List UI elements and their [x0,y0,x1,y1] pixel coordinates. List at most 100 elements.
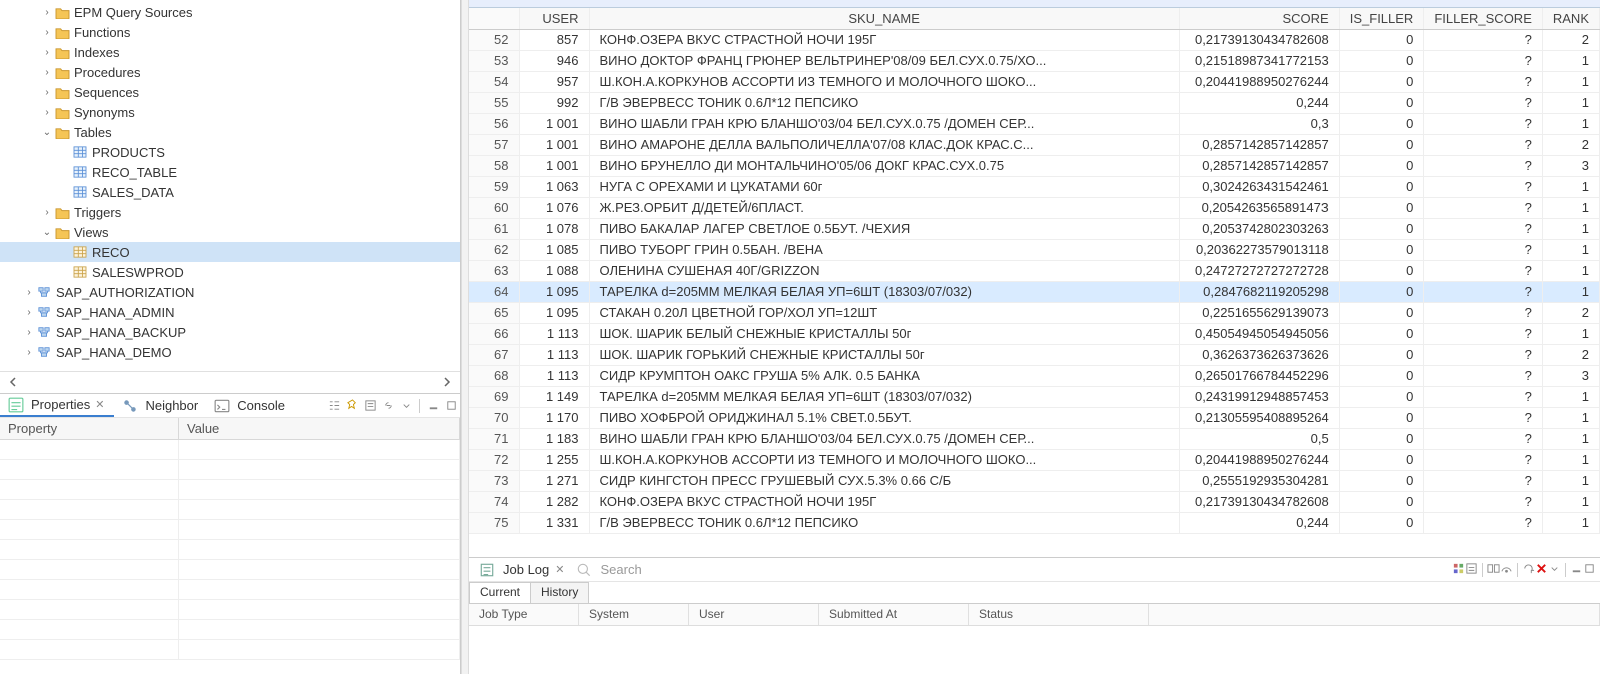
tree-item[interactable]: RECO_TABLE [0,162,460,182]
table-row[interactable]: 671 113ШОК. ШАРИК ГОРЬКИЙ СНЕЖНЫЕ КРИСТА… [469,344,1600,365]
table-row[interactable]: 731 271СИДР КИНГСТОН ПРЕСС ГРУШЕВЫЙ СУХ.… [469,470,1600,491]
chevron-down-icon[interactable]: ⌄ [40,227,54,238]
tab-console[interactable]: Console [206,395,293,417]
chevron-right-icon[interactable]: › [22,327,36,338]
column-header[interactable] [469,8,519,29]
tree-item[interactable]: SALES_DATA [0,182,460,202]
minimize-icon[interactable] [426,399,440,413]
subtab-history[interactable]: History [530,582,589,603]
prop-pin-icon[interactable] [345,399,359,413]
tab-neighbor[interactable]: Neighbor [114,395,206,417]
chevron-right-icon[interactable]: › [40,207,54,218]
table-row[interactable]: 581 001ВИНО БРУНЕЛЛО ДИ МОНТАЛЬЧИНО'05/0… [469,155,1600,176]
tree-item[interactable]: ⌄Tables [0,122,460,142]
minimize-icon[interactable] [1570,562,1583,578]
table-row[interactable]: 651 095СТАКАН 0.20Л ЦВЕТНОЙ ГОР/ХОЛ УП=1… [469,302,1600,323]
table-row[interactable]: 591 063НУГА С ОРЕХАМИ И ЦУКАТАМИ 60г0,30… [469,176,1600,197]
prop-header-property[interactable]: Property [0,418,179,439]
table-row[interactable]: 611 078ПИВО БАКАЛАР ЛАГЕР СВЕТЛОЕ 0.5БУТ… [469,218,1600,239]
chevron-right-icon[interactable]: › [22,307,36,318]
prop-sheet-icon[interactable] [363,399,377,413]
chevron-right-icon[interactable]: › [40,47,54,58]
tree-item[interactable]: ›Functions [0,22,460,42]
cell: 1 [1542,260,1599,281]
tree-item[interactable]: PRODUCTS [0,142,460,162]
joblog-search[interactable]: Search [576,562,641,578]
tree-item[interactable]: ›SAP_HANA_ADMIN [0,302,460,322]
tree-item[interactable]: ⌄Views [0,222,460,242]
close-icon[interactable]: ✕ [553,563,566,576]
tree-item[interactable]: ›SAP_AUTHORIZATION [0,282,460,302]
tree-item[interactable]: RECO [0,242,460,262]
chevron-right-icon[interactable]: › [40,107,54,118]
table-row[interactable]: 631 088ОЛЕНИНА СУШЕНАЯ 40Г/GRIZZON0,2472… [469,260,1600,281]
joblog-column-header[interactable]: System [579,604,689,625]
chevron-right-icon[interactable]: › [40,87,54,98]
table-row[interactable]: 53946ВИНО ДОКТОР ФРАНЦ ГРЮНЕР ВЕЛЬТРИНЕР… [469,50,1600,71]
column-header[interactable]: FILLER_SCORE [1424,8,1543,29]
tree-item[interactable]: ›Synonyms [0,102,460,122]
tree-item[interactable]: ›Triggers [0,202,460,222]
joblog-icon-1[interactable] [1452,562,1465,578]
table-row[interactable]: 661 113ШОК. ШАРИК БЕЛЫЙ СНЕЖНЫЕ КРИСТАЛЛ… [469,323,1600,344]
result-table[interactable]: USERSKU_NAMESCOREIS_FILLERFILLER_SCORERA… [469,8,1600,534]
tree-item[interactable]: ›Indexes [0,42,460,62]
column-header[interactable]: SKU_NAME [589,8,1179,29]
table-row[interactable]: 701 170ПИВО ХОФБРОЙ ОРИДЖИНАЛ 5.1% СВЕТ.… [469,407,1600,428]
joblog-delete-icon[interactable] [1535,562,1548,578]
joblog-icon-3[interactable] [1487,562,1500,578]
chevron-right-icon[interactable]: › [40,27,54,38]
chevron-down-icon[interactable]: ⌄ [40,127,54,138]
tree-item[interactable]: SALESWPROD [0,262,460,282]
joblog-menu-icon[interactable] [1548,562,1561,578]
tab-joblog[interactable]: Job Log ✕ [473,559,572,581]
joblog-column-header[interactable]: User [689,604,819,625]
table-row[interactable]: 681 113СИДР КРУМПТОН ОАКС ГРУША 5% АЛК. … [469,365,1600,386]
table-row[interactable]: 54957Ш.КОН.А.КОРКУНОВ АССОРТИ ИЗ ТЕМНОГО… [469,71,1600,92]
chevron-right-icon[interactable]: › [40,67,54,78]
table-row[interactable]: 621 085ПИВО ТУБОРГ ГРИН 0.5БАН. /ВЕНА0,2… [469,239,1600,260]
column-header[interactable]: RANK [1542,8,1599,29]
prop-header-value[interactable]: Value [179,418,460,439]
joblog-column-header[interactable]: Submitted At [819,604,969,625]
close-icon[interactable]: ✕ [93,394,106,416]
chevron-right-icon[interactable]: › [22,347,36,358]
table-row[interactable]: 751 331Г/В ЭВЕРВЕСС ТОНИК 0.6Л*12 ПЕПСИК… [469,512,1600,533]
column-header[interactable]: SCORE [1179,8,1339,29]
prop-menu-icon[interactable] [399,399,413,413]
table-row[interactable]: 741 282КОНФ.ОЗЕРА ВКУС СТРАСТНОЙ НОЧИ 19… [469,491,1600,512]
joblog-column-header[interactable]: Job Type [469,604,579,625]
prop-link-icon[interactable] [381,399,395,413]
joblog-icon-2[interactable] [1465,562,1478,578]
maximize-icon[interactable] [1583,562,1596,578]
prop-tree-icon[interactable] [327,399,341,413]
chevron-right-icon[interactable]: › [22,287,36,298]
joblog-refresh-icon[interactable] [1522,562,1535,578]
tree-nav-right-icon[interactable] [442,375,452,390]
subtab-current[interactable]: Current [469,582,531,603]
chevron-right-icon[interactable]: › [40,7,54,18]
table-row[interactable]: 721 255Ш.КОН.А.КОРКУНОВ АССОРТИ ИЗ ТЕМНО… [469,449,1600,470]
tree-nav-left-icon[interactable] [8,375,18,390]
joblog-column-header[interactable]: Status [969,604,1149,625]
column-header[interactable]: USER [519,8,589,29]
column-header[interactable]: IS_FILLER [1339,8,1424,29]
tree-item[interactable]: ›Sequences [0,82,460,102]
table-row[interactable]: 641 095ТАРЕЛКА d=205ММ МЕЛКАЯ БЕЛАЯ УП=6… [469,281,1600,302]
tree-item[interactable]: ›SAP_HANA_BACKUP [0,322,460,342]
table-row[interactable]: 52857КОНФ.ОЗЕРА ВКУС СТРАСТНОЙ НОЧИ 195Г… [469,29,1600,50]
tree-item[interactable]: ›Procedures [0,62,460,82]
table-row[interactable]: 55992Г/В ЭВЕРВЕСС ТОНИК 0.6Л*12 ПЕПСИКО0… [469,92,1600,113]
table-row[interactable]: 711 183ВИНО ШАБЛИ ГРАН КРЮ БЛАНШО'03/04 … [469,428,1600,449]
table-row[interactable]: 691 149ТАРЕЛКА d=205ММ МЕЛКАЯ БЕЛАЯ УП=6… [469,386,1600,407]
table-row[interactable]: 561 001ВИНО ШАБЛИ ГРАН КРЮ БЛАНШО'03/04 … [469,113,1600,134]
maximize-icon[interactable] [444,399,458,413]
tab-properties[interactable]: Properties ✕ [0,395,114,417]
table-row[interactable]: 601 076Ж.РЕЗ.ОРБИТ Д/ДЕТЕЙ/6ПЛАСТ.0,2054… [469,197,1600,218]
tree-item[interactable]: ›EPM Query Sources [0,2,460,22]
tree-item[interactable]: ›SAP_HANA_DEMO [0,342,460,362]
joblog-icon-4[interactable] [1500,562,1513,578]
table-row[interactable]: 571 001ВИНО АМАРОНЕ ДЕЛЛА ВАЛЬПОЛИЧЕЛЛА'… [469,134,1600,155]
catalog-tree[interactable]: ›EPM Query Sources›Functions›Indexes›Pro… [0,0,460,362]
vertical-splitter[interactable] [461,0,469,674]
